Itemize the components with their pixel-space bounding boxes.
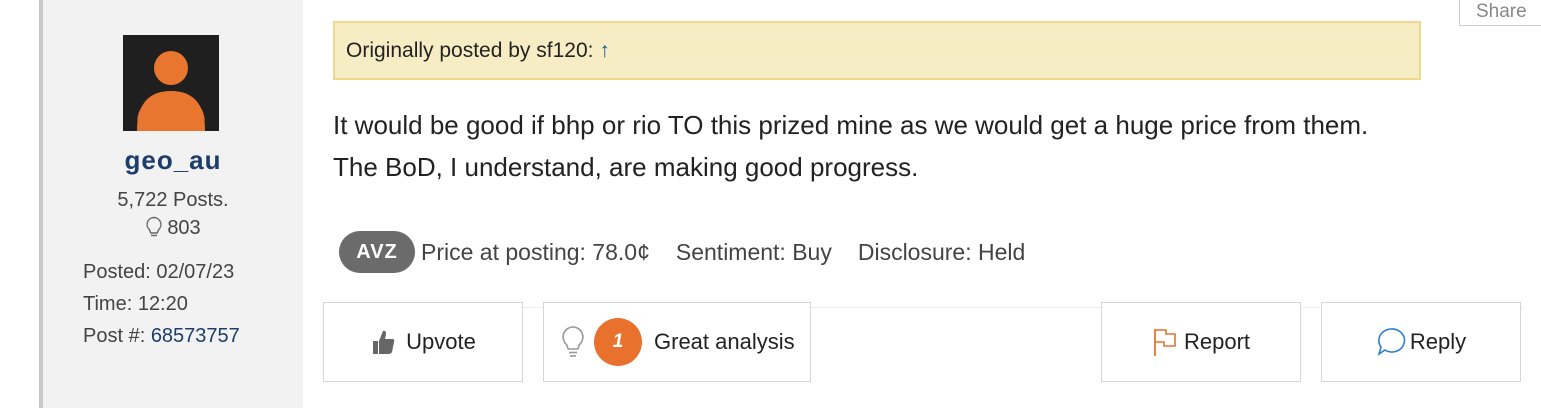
thumbs-up-icon (370, 328, 396, 356)
ticker-badge[interactable]: AVZ (339, 231, 415, 273)
price-at-posting: Price at posting: 78.0¢ (421, 238, 650, 265)
user-silhouette-icon (137, 51, 205, 131)
post-count: 5,722 Posts. (117, 189, 229, 211)
upvote-button[interactable]: Upvote (323, 302, 523, 382)
quote-attribution: Originally posted by sf120: (346, 39, 600, 62)
speech-bubble-icon (1376, 327, 1406, 357)
upvote-label: Upvote (406, 329, 476, 354)
user-avatar[interactable] (123, 35, 219, 131)
post-body-line: The BoD, I understand, are making good p… (333, 152, 919, 182)
likes-count: 803 (43, 216, 303, 240)
great-analysis-button[interactable]: 1 Great analysis (543, 302, 811, 382)
flag-icon (1152, 327, 1178, 357)
post-number-label: Post #: (83, 325, 151, 347)
forum-post: geo_au 5,722 Posts. 803 Posted: 02/07/23… (0, 0, 1541, 408)
quote-source-arrow-icon[interactable]: ↑ (599, 39, 610, 62)
sentiment: Sentiment: Buy (675, 238, 832, 265)
report-button[interactable]: Report (1101, 302, 1301, 382)
user-sidebar: geo_au 5,722 Posts. 803 Posted: 02/07/23… (43, 0, 303, 408)
posted-time: Time: 12:20 (83, 293, 188, 315)
disclosure: Disclosure: Held (857, 238, 1026, 265)
analysis-count-badge: 1 (594, 318, 642, 366)
quote-box: Originally posted by sf120: ↑ (333, 21, 1421, 80)
great-analysis-label: Great analysis (654, 329, 795, 354)
post-number: Post #: 68573757 (83, 325, 240, 348)
likes-value: 803 (167, 216, 201, 239)
report-label: Report (1183, 329, 1251, 354)
post-number-link[interactable]: 68573757 (151, 325, 240, 347)
post-body: It would be good if bhp or rio TO this p… (333, 104, 1473, 188)
post-tags: AVZ Price at posting: 78.0¢ Sentiment: B… (339, 231, 1051, 273)
username-link[interactable]: geo_au (43, 145, 303, 176)
reply-button[interactable]: Reply (1321, 302, 1521, 382)
posted-date: Posted: 02/07/23 (83, 261, 235, 283)
lightbulb-icon (560, 325, 586, 359)
post-body-line: It would be good if bhp or rio TO this p… (333, 110, 1369, 140)
share-button[interactable]: Share (1459, 0, 1541, 26)
lightbulb-icon (146, 216, 162, 237)
reply-label: Reply (1409, 329, 1467, 354)
